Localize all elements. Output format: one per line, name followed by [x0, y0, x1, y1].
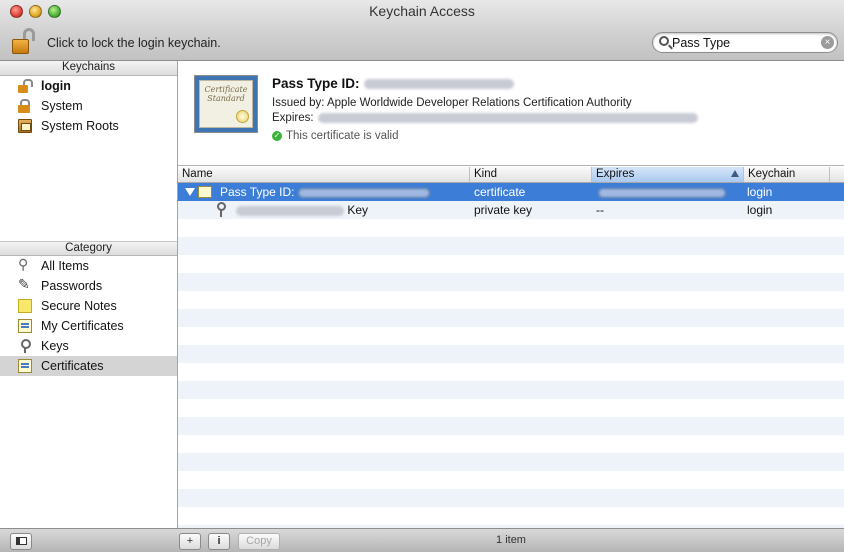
search-icon	[659, 36, 669, 46]
empty-row	[178, 435, 844, 453]
certificate-icon	[18, 359, 32, 373]
lock-open-icon	[18, 79, 33, 93]
clear-search-icon[interactable]: ×	[821, 36, 834, 49]
expires-line: Expires:	[272, 112, 698, 124]
show-hide-sidebar-button[interactable]	[10, 533, 32, 550]
empty-row	[178, 237, 844, 255]
empty-row	[178, 453, 844, 471]
sidebar-item-label: Passwords	[41, 279, 103, 293]
redacted-text	[363, 79, 514, 90]
sidebar-item-label: login	[41, 79, 71, 93]
sidebar-item-passwords[interactable]: Passwords	[0, 276, 177, 296]
category-header: Category	[0, 241, 177, 256]
redacted-text	[317, 112, 698, 123]
keychains-header: Keychains	[0, 61, 177, 76]
certificate-image-text: Certificate Standard	[204, 85, 248, 103]
title-bar: Keychain Access Click to lock the login …	[0, 0, 844, 61]
empty-row	[178, 381, 844, 399]
key-icon	[216, 202, 226, 218]
search-input[interactable]	[672, 34, 818, 51]
sidebar-item-system-roots[interactable]: System Roots	[0, 116, 177, 136]
sidebar-item-label: All Items	[41, 259, 89, 273]
sidebar-item-label: System	[41, 99, 83, 113]
sidebar-item-label: Secure Notes	[41, 299, 117, 313]
row-name: Key	[232, 203, 368, 217]
empty-row	[178, 489, 844, 507]
empty-row	[178, 345, 844, 363]
sidebar-item-label: Certificates	[41, 359, 104, 373]
sidebar-item-my-certificates[interactable]: My Certificates	[0, 316, 177, 336]
sidebar: Keychains login System System Roots Cate…	[0, 61, 178, 528]
row-keychain: login	[747, 203, 773, 217]
sidebar-item-label: My Certificates	[41, 319, 124, 333]
table-header: Name Kind Expires Keychain	[178, 167, 844, 183]
window-title: Keychain Access	[369, 3, 475, 19]
row-kind: private key	[474, 203, 533, 217]
empty-row	[178, 255, 844, 273]
sidebar-item-secure-notes[interactable]: Secure Notes	[0, 296, 177, 316]
sidebar-item-login[interactable]: login	[0, 76, 177, 96]
table-row[interactable]: Pass Type ID: certificate login	[178, 183, 844, 201]
sidebar-toggle-icon	[15, 537, 27, 545]
note-icon	[18, 299, 32, 313]
empty-row	[178, 327, 844, 345]
certificate-icon	[198, 186, 212, 198]
column-header-expires[interactable]: Expires	[592, 167, 744, 182]
certificate-large-icon: Certificate Standard	[194, 75, 258, 133]
lock-keychain-label: Click to lock the login keychain.	[47, 36, 221, 50]
pen-icon	[18, 276, 32, 293]
all-items-icon	[18, 256, 32, 273]
sidebar-item-label: Keys	[41, 339, 69, 353]
column-header-name[interactable]: Name	[178, 167, 470, 182]
empty-row	[178, 507, 844, 525]
certificate-icon	[18, 319, 32, 333]
row-name: Pass Type ID:	[220, 185, 431, 199]
sidebar-item-certificates[interactable]: Certificates	[0, 356, 177, 376]
empty-row	[178, 363, 844, 381]
keychains-section: Keychains login System System Roots	[0, 61, 177, 241]
cabinet-icon	[18, 119, 32, 133]
lock-icon	[18, 99, 32, 113]
empty-row	[178, 417, 844, 435]
bottom-bar: + i Copy 1 item	[0, 528, 844, 552]
certificate-summary: Certificate Standard Pass Type ID: Issue…	[178, 61, 844, 166]
sidebar-item-label: System Roots	[41, 119, 119, 133]
checkmark-icon: ✓	[272, 130, 282, 141]
sort-ascending-icon	[731, 170, 739, 177]
row-expires	[594, 185, 726, 199]
sidebar-item-keys[interactable]: Keys	[0, 336, 177, 356]
category-section: Category All Items Passwords Secure Note…	[0, 241, 177, 376]
key-icon	[18, 339, 32, 353]
sidebar-item-all-items[interactable]: All Items	[0, 256, 177, 276]
main-panel: Certificate Standard Pass Type ID: Issue…	[178, 61, 844, 528]
disclosure-triangle-icon[interactable]	[185, 188, 195, 196]
sidebar-item-system[interactable]: System	[0, 96, 177, 116]
empty-row	[178, 471, 844, 489]
issued-by-text: Issued by: Apple Worldwide Developer Rel…	[272, 97, 632, 109]
empty-row	[178, 309, 844, 327]
row-kind: certificate	[474, 185, 526, 199]
validity-status: ✓ This certificate is valid	[272, 130, 399, 142]
expires-label: Expires:	[272, 112, 314, 124]
items-table: Pass Type ID: certificate login Key priv…	[178, 183, 844, 528]
certificate-title: Pass Type ID:	[272, 76, 514, 91]
empty-row	[178, 399, 844, 417]
column-header-kind[interactable]: Kind	[470, 167, 592, 182]
search-field[interactable]: ×	[652, 32, 838, 53]
column-header-keychain[interactable]: Keychain	[744, 167, 830, 182]
table-row[interactable]: Key private key -- login	[178, 201, 844, 219]
item-count-status: 1 item	[496, 534, 526, 546]
seal-icon	[236, 110, 249, 123]
row-keychain: login	[747, 185, 773, 199]
empty-row	[178, 273, 844, 291]
row-expires: --	[596, 203, 604, 217]
empty-row	[178, 219, 844, 237]
empty-row	[178, 291, 844, 309]
lock-keychain-button[interactable]	[12, 28, 38, 56]
